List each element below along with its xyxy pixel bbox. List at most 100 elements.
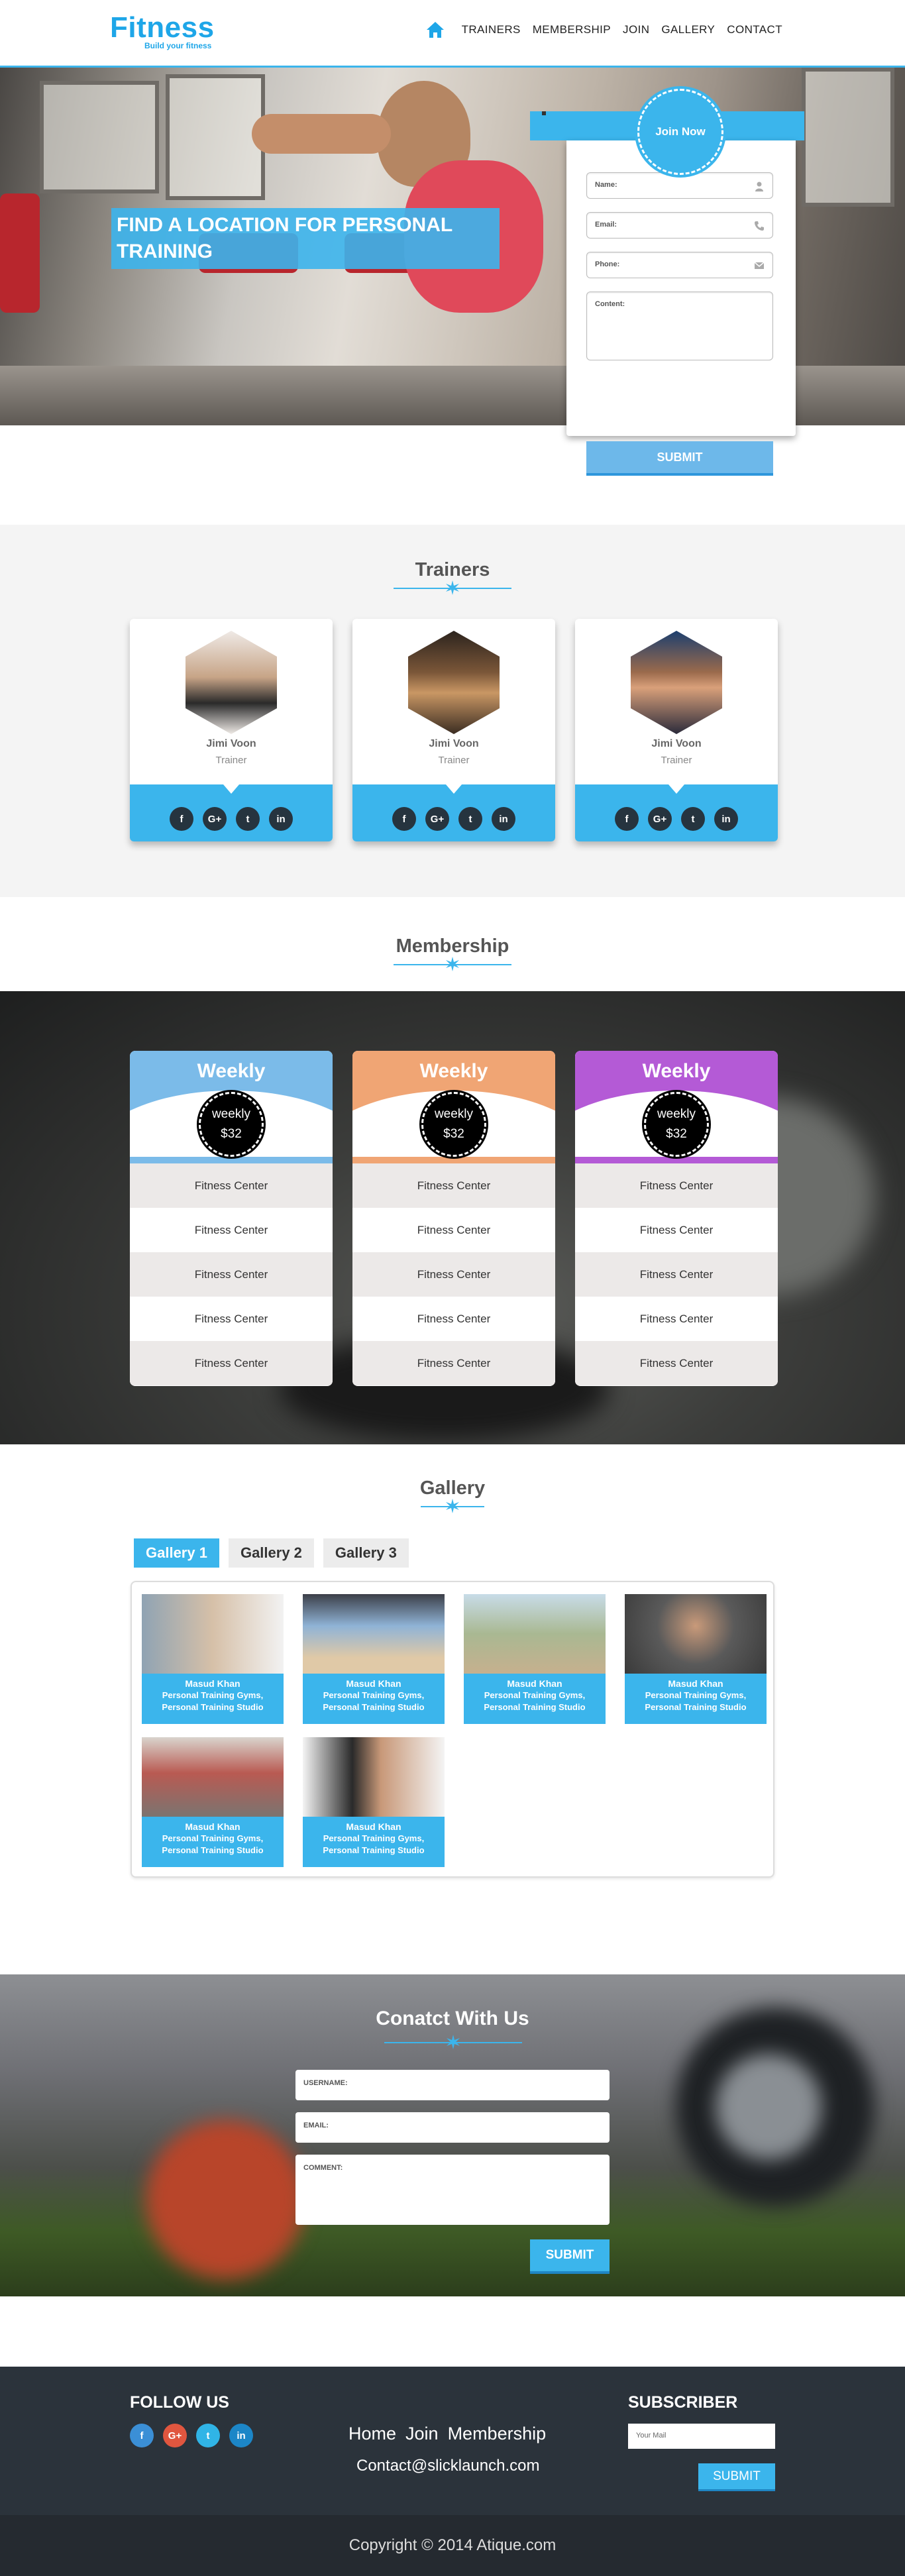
comment-field[interactable]: COMMENT: (295, 2155, 610, 2225)
join-now-badge[interactable]: Join Now (637, 89, 723, 175)
gallery-item-line1: Personal Training Gyms, (645, 1690, 747, 1700)
footer-link-home[interactable]: Home (348, 2424, 396, 2444)
trainer-cards: Jimi Voon Trainer f G+ t in Jimi Voon Tr… (130, 619, 778, 841)
subscriber-email-input[interactable]: Your Mail (628, 2424, 775, 2449)
content-field[interactable]: Content: (586, 292, 773, 360)
twitter-icon[interactable]: t (458, 807, 482, 831)
google-plus-icon[interactable]: G+ (425, 807, 449, 831)
footer-email[interactable]: Contact@slicklaunch.com (356, 2457, 539, 2475)
gallery-item[interactable]: Masud Khan Personal Training Gyms, Persona… (142, 1737, 284, 1867)
username-field[interactable]: USERNAME: (295, 2070, 610, 2100)
email-field-label: Email: (595, 221, 617, 229)
nav-join[interactable]: JOIN (623, 23, 649, 36)
nav-membership[interactable]: MEMBERSHIP (533, 23, 611, 36)
plan-feature: Fitness Center (130, 1163, 333, 1208)
footer-link-membership[interactable]: Membership (448, 2424, 547, 2444)
google-plus-icon[interactable]: G+ (648, 807, 672, 831)
tab-gallery-2[interactable]: Gallery 2 (228, 1538, 314, 1568)
gallery-item[interactable]: Masud Khan Personal Training Gyms, Persona… (625, 1594, 767, 1724)
trainer-card[interactable]: Jimi Voon Trainer f G+ t in (575, 619, 778, 841)
star-icon (446, 957, 459, 971)
contact-email-field[interactable]: EMAIL: (295, 2112, 610, 2143)
join-submit-button[interactable]: SUBMIT (586, 441, 773, 476)
logo-title: Fitness (110, 11, 215, 44)
facebook-icon[interactable]: f (170, 807, 193, 831)
copyright: Copyright © 2014 Atique.com (0, 2515, 905, 2576)
nav-trainers[interactable]: TRAINERS (462, 23, 521, 36)
nav-contact[interactable]: CONTACT (727, 23, 782, 36)
join-form: Name: Email: Phone: Content: SUBMIT (566, 140, 796, 476)
logo[interactable]: Fitness Build your fitness (110, 11, 215, 51)
plan-feature: Fitness Center (194, 1223, 268, 1236)
gallery-item[interactable]: Masud Khan Personal Training Gyms, Persona… (303, 1737, 445, 1867)
facebook-icon[interactable]: f (615, 807, 639, 831)
gallery-item-name: Masud Khan (185, 1821, 240, 1832)
plan-card[interactable]: Weekly weekly $32 Fitness Center Fitness… (130, 1051, 333, 1386)
star-icon (446, 1499, 459, 1513)
tab-gallery-3[interactable]: Gallery 3 (323, 1538, 409, 1568)
hero-window (802, 68, 894, 207)
gallery-item[interactable]: Masud Khan Personal Training Gyms, Persona… (142, 1594, 284, 1724)
gallery-item-line1: Personal Training Gyms, (484, 1690, 586, 1700)
title-divider (394, 957, 511, 971)
home-icon[interactable] (424, 19, 447, 41)
trainer-role: Trainer (661, 755, 692, 766)
facebook-icon[interactable]: f (392, 807, 416, 831)
google-plus-icon[interactable]: G+ (163, 2424, 187, 2447)
title-divider (384, 2035, 522, 2049)
twitter-icon[interactable]: t (236, 807, 260, 831)
gallery-item[interactable]: Masud Khan Personal Training Gyms, Persona… (464, 1594, 606, 1724)
gallery-item-line1: Personal Training Gyms, (323, 1690, 425, 1700)
subscriber-submit-button[interactable]: SUBMIT (698, 2463, 775, 2491)
plan-price: $32 (666, 1127, 687, 1141)
footer-link-join[interactable]: Join (405, 2424, 439, 2444)
gallery-item-line2: Personal Training Studio (323, 1702, 425, 1712)
phone-field[interactable]: Phone: (586, 252, 773, 278)
user-icon (755, 182, 763, 191)
membership-cards: Weekly weekly $32 Fitness Center Fitness… (130, 1051, 778, 1386)
trainer-name: Jimi Voon (429, 738, 479, 749)
twitter-icon[interactable]: t (196, 2424, 220, 2447)
twitter-icon[interactable]: t (681, 807, 705, 831)
contact-submit-button[interactable]: SUBMIT (530, 2239, 610, 2274)
facebook-icon[interactable]: f (130, 2424, 154, 2447)
trainer-card[interactable]: Jimi Voon Trainer f G+ t in (130, 619, 333, 841)
subscriber-title: SUBSCRIBER (628, 2393, 738, 2412)
linkedin-icon[interactable]: in (229, 2424, 253, 2447)
gallery-item[interactable]: Masud Khan Personal Training Gyms, Persona… (303, 1594, 445, 1724)
google-plus-icon[interactable]: G+ (203, 807, 227, 831)
email-field[interactable]: Email: (586, 212, 773, 239)
trainer-card[interactable]: Jimi Voon Trainer f G+ t in (352, 619, 555, 841)
plan-header: Weekly weekly $32 (352, 1051, 555, 1163)
gallery-tabs: Gallery 1 Gallery 2 Gallery 3 (134, 1538, 409, 1568)
follow-title: FOLLOW US (130, 2393, 229, 2412)
phone-field-label: Phone: (595, 260, 620, 268)
linkedin-icon[interactable]: in (269, 807, 293, 831)
trainer-name: Jimi Voon (206, 738, 256, 749)
gallery-item-name: Masud Khan (185, 1678, 240, 1689)
contact-section: Conatct With Us USERNAME: EMAIL: COMMENT… (0, 1974, 905, 2296)
plan-card[interactable]: Weekly weekly $32 Fitness Center Fitness… (352, 1051, 555, 1386)
membership-section: Membership Weekly weekly $32 Fitness Cen… (0, 897, 905, 1444)
gallery-item-line2: Personal Training Studio (323, 1845, 425, 1855)
site-footer: FOLLOW US f G+ t in Home Join Membership… (0, 2367, 905, 2515)
mail-icon (754, 262, 765, 269)
tab-gallery-1[interactable]: Gallery 1 (134, 1538, 219, 1568)
linkedin-icon[interactable]: in (714, 807, 738, 831)
plan-price: $32 (221, 1127, 242, 1141)
plan-feature: Fitness Center (639, 1223, 714, 1236)
gallery-section: Gallery Gallery 1 Gallery 2 Gallery 3 Ma… (0, 1444, 905, 1974)
plan-feature: Fitness Center (639, 1312, 714, 1325)
plan-title: Weekly (419, 1060, 488, 1082)
hero-section: FIND A LOCATION FOR PERSONAL TRAINING Na… (0, 68, 905, 476)
gallery-photo (625, 1594, 767, 1674)
hero-window (166, 74, 265, 200)
star-icon (447, 2035, 460, 2049)
name-field[interactable]: Name: (586, 172, 773, 199)
trainer-name: Jimi Voon (651, 738, 702, 749)
linkedin-icon[interactable]: in (492, 807, 515, 831)
plan-card[interactable]: Weekly weekly $32 Fitness Center Fitness… (575, 1051, 778, 1386)
nav-gallery[interactable]: GALLERY (661, 23, 715, 36)
phone-icon (755, 221, 764, 231)
trainer-role: Trainer (215, 755, 247, 766)
